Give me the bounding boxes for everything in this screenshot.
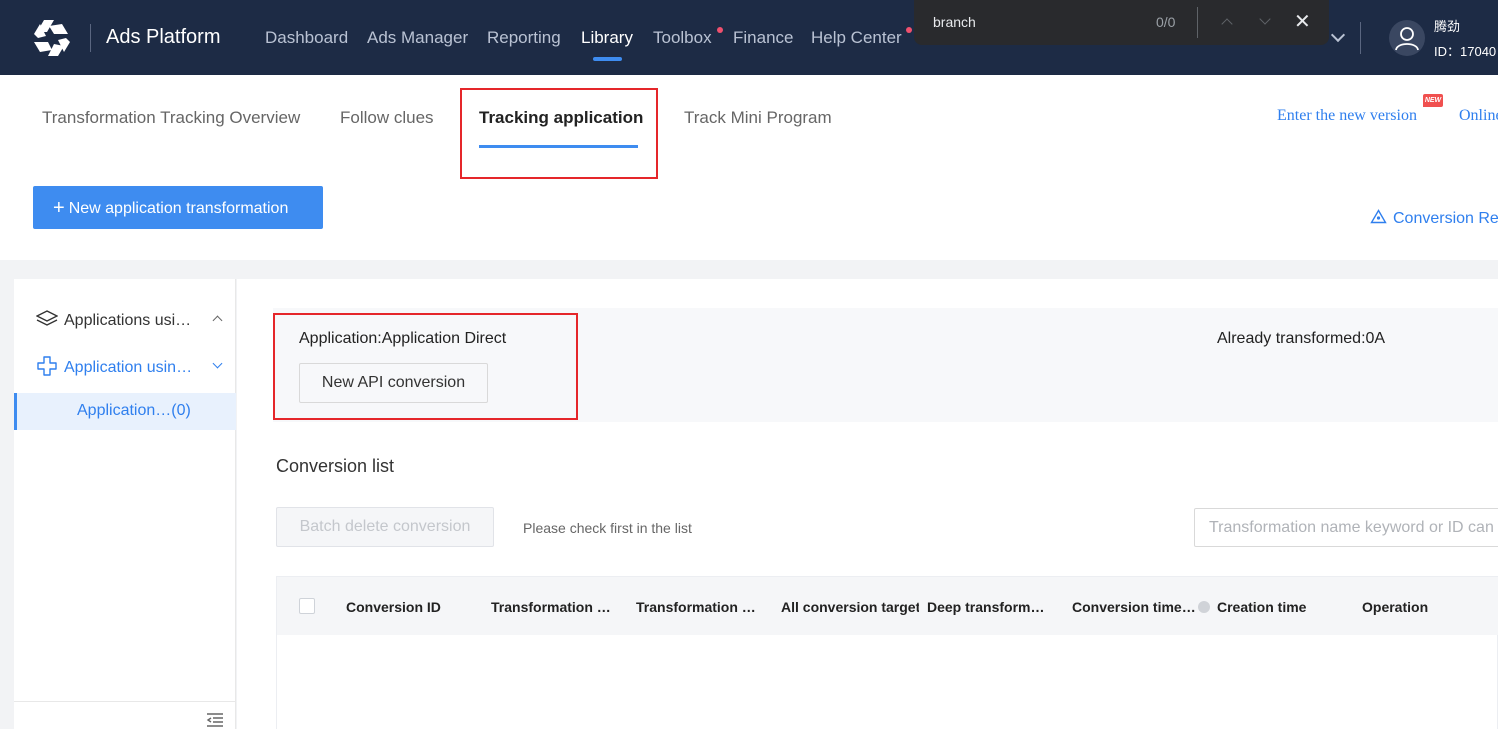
column-conversion-id[interactable]: Conversion ID [346, 599, 476, 615]
column-transformation-1[interactable]: Transformation … [491, 599, 621, 615]
new-api-conversion-button[interactable]: New API conversion [299, 363, 488, 403]
nav-finance[interactable]: Finance [733, 28, 793, 48]
brand-name[interactable]: Ads Platform [106, 26, 220, 49]
conversion-search-input[interactable] [1194, 508, 1498, 547]
conversion-link[interactable]: Conversion Re [1370, 209, 1498, 228]
batch-delete-conversion-button[interactable]: Batch delete conversion [276, 507, 494, 547]
chevron-down-icon[interactable] [1330, 27, 1346, 43]
logo-divider [90, 24, 91, 52]
nav-help-center[interactable]: Help Center [811, 28, 902, 48]
select-all-checkbox[interactable] [299, 598, 315, 614]
nav-reporting[interactable]: Reporting [487, 28, 561, 48]
chevron-down-icon[interactable] [212, 358, 223, 369]
tab-active-indicator [479, 145, 638, 148]
online-link[interactable]: Online [1459, 107, 1498, 125]
find-divider [1197, 7, 1198, 38]
sidebar-item-application[interactable]: Application…(0) [14, 393, 236, 430]
application-name: Application:Application Direct [299, 330, 507, 347]
new-application-transformation-label: New application transformation [68, 200, 289, 217]
enter-new-version-link[interactable]: Enter the new version [1277, 107, 1417, 125]
user-divider [1360, 22, 1361, 54]
help-center-notification-dot [906, 27, 912, 33]
ads-platform-logo-icon[interactable] [32, 18, 72, 58]
user-id: ID：17040 [1434, 44, 1497, 59]
collapse-sidebar-icon[interactable] [206, 713, 224, 727]
sidebar-group-applications-label: Applications usi… [64, 312, 192, 329]
main-content: Application:Application Direct New API c… [237, 279, 1498, 729]
puzzle-icon [37, 356, 57, 376]
nav-toolbox[interactable]: Toolbox [653, 28, 712, 48]
find-match-count: 0/0 [1156, 14, 1176, 30]
action-band: + New application transformation Conversi… [0, 149, 1498, 260]
user-icon [1395, 27, 1419, 51]
tab-follow-clues[interactable]: Follow clues [340, 108, 434, 128]
info-icon[interactable] [1197, 601, 1210, 613]
column-conversion-time[interactable]: Conversion time… [1072, 599, 1214, 615]
avatar[interactable] [1389, 20, 1425, 56]
nav-active-indicator [593, 57, 622, 61]
sidebar-group-application-using-label: Application usin… [64, 359, 193, 376]
column-conversion-time-label: Conversion time… [1072, 599, 1196, 615]
browser-find-bar: branch 0/0 ✕ [914, 0, 1329, 45]
column-creation-time[interactable]: Creation time [1217, 599, 1347, 615]
nav-ads-manager[interactable]: Ads Manager [367, 28, 468, 48]
application-info-band: Application:Application Direct New API c… [273, 308, 1498, 422]
nav-library[interactable]: Library [581, 28, 633, 48]
layers-icon [35, 310, 59, 326]
toolbox-notification-dot [717, 27, 723, 33]
conversion-list-title: Conversion list [276, 456, 395, 476]
find-input[interactable]: branch [933, 14, 976, 30]
find-previous-icon[interactable] [1221, 18, 1233, 30]
tab-track-mini-program[interactable]: Track Mini Program [684, 108, 832, 128]
column-deep-transform[interactable]: Deep transform… [927, 599, 1057, 615]
triangle-nodes-icon [1370, 209, 1387, 224]
conversion-table: Conversion ID Transformation … Transform… [276, 576, 1498, 729]
chevron-up-icon[interactable] [212, 315, 223, 326]
sidebar-item-application-label: Application…(0) [77, 402, 191, 419]
new-application-transformation-button[interactable]: + New application transformation [33, 186, 323, 229]
conversion-link-label: Conversion Re [1393, 210, 1498, 227]
tab-transformation-tracking-overview[interactable]: Transformation Tracking Overview [42, 108, 300, 128]
column-operation: Operation [1362, 599, 1429, 615]
already-transformed-count: Already transformed:0A [1217, 330, 1386, 347]
find-close-icon[interactable]: ✕ [1294, 11, 1311, 33]
user-name: 腾劲 [1434, 20, 1461, 35]
sidebar-footer-divider [14, 701, 236, 702]
sidebar-group-application-using[interactable]: Application usin… [36, 355, 192, 377]
plus-icon: + [53, 197, 65, 219]
table-header: Conversion ID Transformation … Transform… [277, 577, 1498, 635]
column-transformation-2[interactable]: Transformation … [636, 599, 766, 615]
sub-tab-bar: Transformation Tracking Overview Follow … [0, 75, 1498, 149]
find-next-icon[interactable] [1259, 13, 1271, 25]
batch-hint-text: Please check first in the list [523, 520, 692, 536]
new-badge: NEW [1423, 94, 1443, 107]
nav-dashboard[interactable]: Dashboard [265, 28, 348, 48]
sidebar: Applications usi… Application usin… Appl… [14, 279, 236, 729]
tab-tracking-application[interactable]: Tracking application [479, 108, 643, 128]
sidebar-group-applications[interactable]: Applications usi… [35, 310, 192, 330]
column-all-conversion-target[interactable]: All conversion target [781, 599, 919, 615]
